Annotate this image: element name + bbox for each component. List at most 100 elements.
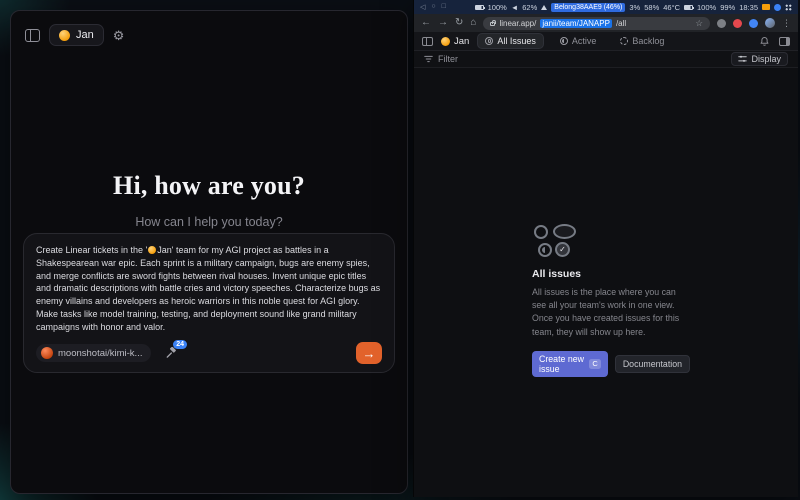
team-name: Jan — [454, 36, 469, 47]
jan-logo-icon — [59, 30, 70, 41]
notifications-bell-icon[interactable] — [759, 36, 770, 47]
prompt-part-2: Jan' team for my AGI project as battles … — [36, 245, 380, 332]
issue-ellipse-icon — [553, 224, 576, 239]
adblock-extension-icon[interactable] — [733, 19, 742, 28]
right-panel-toggle-icon[interactable] — [779, 37, 790, 46]
done-check-icon: ✓ — [555, 242, 570, 257]
settings-gear-icon[interactable]: ⚙ — [113, 29, 125, 42]
battery-icon-2 — [684, 5, 693, 10]
stat-value-b: 58% — [644, 3, 659, 12]
network-badge: Belong38AAE9 (46%) — [551, 3, 625, 12]
browser-toolbar: ← → ↻ ⌂ linear.app/janii/team/JANAPP/all… — [414, 14, 798, 32]
documentation-button[interactable]: Documentation — [615, 355, 690, 373]
team-emoji-icon — [441, 37, 450, 46]
nav-back-icon[interactable]: ◁ — [420, 3, 425, 11]
url-suffix: /all — [616, 19, 626, 28]
create-new-issue-label: Create new issue — [539, 354, 585, 374]
clock: 18:35 — [739, 3, 758, 12]
back-button[interactable]: ← — [421, 18, 431, 28]
home-button[interactable]: ⌂ — [470, 18, 476, 28]
thread-selector[interactable]: Jan — [49, 24, 104, 46]
prompt-text: Create Linear tickets in the 'Jan' team … — [36, 244, 382, 333]
tools-hammer-icon — [165, 347, 177, 359]
linear-header: Jan All Issues Active Backlog — [414, 32, 798, 51]
browser-menu-icon[interactable]: ⋮ — [782, 18, 791, 29]
remote-display: ◁ ○ □ 100% ◄ 62% Belong38AAE9 (46%) 3% 5… — [413, 0, 798, 497]
wifi-icon — [541, 5, 547, 10]
tab-backlog-label: Backlog — [632, 36, 664, 46]
bookmark-star-icon[interactable]: ☆ — [695, 18, 703, 29]
greeting-subtitle: How can I help you today? — [11, 215, 407, 229]
filter-funnel-icon — [424, 55, 433, 63]
android-nav-buttons: ◁ ○ □ — [420, 3, 446, 11]
linear-sidebar-toggle-icon[interactable] — [422, 37, 433, 46]
in-progress-circle-icon — [538, 243, 552, 257]
prompt-part-1: Create Linear tickets in the ' — [36, 245, 147, 255]
forward-button[interactable]: → — [438, 18, 448, 28]
greeting-title: Hi, how are you? — [11, 171, 407, 201]
tab-backlog[interactable]: Backlog — [612, 33, 672, 49]
battery-percent-2: 100% — [697, 3, 716, 12]
tab-all-issues-label: All Issues — [497, 36, 536, 46]
temperature-value: 46°C — [663, 3, 680, 12]
empty-state-title: All issues — [532, 268, 690, 280]
battery-percent: 100% — [488, 3, 507, 12]
nav-home-icon[interactable]: ○ — [431, 3, 435, 11]
lock-icon — [490, 22, 495, 26]
jan-header: Jan ⚙ — [11, 11, 407, 46]
display-button[interactable]: Display — [731, 52, 788, 66]
display-label: Display — [751, 54, 781, 64]
tools-count-badge: 24 — [173, 340, 188, 349]
wave-emoji-icon — [148, 246, 156, 254]
tools-button[interactable]: 24 — [165, 347, 177, 359]
profile-avatar[interactable] — [765, 18, 775, 28]
tab-active-label: Active — [572, 36, 597, 46]
thread-title: Jan — [76, 29, 94, 41]
extension-icon[interactable] — [717, 19, 726, 28]
model-selector[interactable]: moonshotai/kimi-k... — [36, 344, 151, 362]
all-issues-empty-state: ✓ All issues All issues is the place whe… — [532, 224, 690, 377]
status-indicators: 100% ◄ 62% Belong38AAE9 (46%) 3% 58% 46°… — [475, 3, 792, 12]
backlog-status-icon — [620, 37, 628, 45]
battery-icon — [475, 5, 484, 10]
linear-filter-bar: Filter Display — [414, 51, 798, 68]
mail-notification-icon — [762, 4, 770, 10]
tab-active[interactable]: Active — [552, 33, 605, 49]
empty-state-description: All issues is the place where you can se… — [532, 286, 690, 339]
reload-button[interactable]: ↻ — [455, 18, 463, 28]
sidebar-toggle-icon[interactable] — [25, 29, 40, 42]
composer-toolbar: moonshotai/kimi-k... 24 → — [36, 342, 382, 364]
todo-circle-icon — [534, 225, 548, 239]
app-notification-icon — [774, 4, 781, 11]
filter-label: Filter — [438, 54, 458, 64]
url-selected-segment: janii/team/JANAPP — [540, 19, 612, 28]
url-bar[interactable]: linear.app/janii/team/JANAPP/all ☆ — [483, 17, 710, 30]
stat-value-a: 3% — [629, 3, 640, 12]
system-status-bar: ◁ ○ □ 100% ◄ 62% Belong38AAE9 (46%) 3% 5… — [414, 0, 798, 14]
linear-header-actions — [759, 36, 790, 47]
nav-recents-icon[interactable]: □ — [442, 3, 446, 11]
issue-states-illustration: ✓ — [534, 224, 690, 257]
linear-team-breadcrumb[interactable]: Jan — [441, 36, 469, 47]
stat-value-c: 99% — [720, 3, 735, 12]
filter-button[interactable]: Filter — [424, 54, 458, 64]
empty-state-actions: Create new issue C Documentation — [532, 351, 690, 377]
linear-main-area: ✓ All issues All issues is the place whe… — [414, 68, 798, 497]
tab-all-issues[interactable]: All Issues — [477, 33, 544, 49]
display-sliders-icon — [738, 55, 747, 63]
password-extension-icon[interactable] — [749, 19, 758, 28]
create-shortcut-badge: C — [589, 359, 600, 369]
model-name: moonshotai/kimi-k... — [58, 348, 142, 359]
moonshot-logo-icon — [41, 347, 53, 359]
active-status-icon — [560, 37, 568, 45]
apps-grid-icon[interactable] — [785, 4, 792, 11]
chat-composer[interactable]: Create Linear tickets in the 'Jan' team … — [23, 233, 395, 373]
send-arrow-icon: → — [363, 346, 376, 361]
all-issues-icon — [485, 37, 493, 45]
create-new-issue-button[interactable]: Create new issue C — [532, 351, 608, 377]
volume-icon: ◄ — [511, 3, 518, 12]
url-prefix: linear.app/ — [499, 19, 536, 28]
volume-percent: 62% — [522, 3, 537, 12]
send-button[interactable]: → — [356, 342, 382, 364]
jan-app-window: Jan ⚙ Hi, how are you? How can I help yo… — [10, 10, 408, 494]
